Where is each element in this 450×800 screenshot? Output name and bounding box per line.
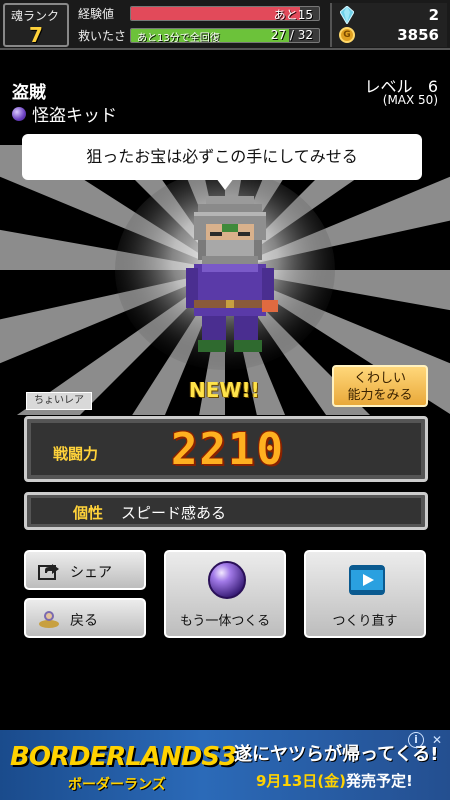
coin-count: 3856	[397, 26, 439, 44]
ad-game-logo-subtitle: ボーダーランズ	[68, 777, 166, 793]
exp-bar: あと15	[130, 6, 320, 21]
personality-label: 個性	[73, 504, 104, 522]
ad-info-icon[interactable]: i	[408, 732, 424, 748]
recreate-label: つくり直す	[332, 614, 398, 629]
character-title-row: 怪盗キッド	[12, 101, 117, 126]
character-job: 盗賊	[12, 83, 46, 103]
create-another-label: もう一体つくる	[179, 614, 271, 629]
status-bar: 魂ランク 7 経験値 あと15 救いたさ あと13分で全回復 27 / 32 2…	[0, 0, 450, 50]
speech-bubble-tail	[216, 178, 234, 190]
ad-game-logo: BORDERLANDS3	[10, 742, 237, 772]
ad-release-line: 9月13日(金)発売予定!	[256, 770, 413, 791]
rescue-recovery-text: あと13分で全回復	[137, 33, 220, 43]
coin-icon: G	[339, 27, 355, 43]
orb-icon	[12, 106, 26, 121]
ad-release-date: 9月13日(金)	[256, 772, 347, 790]
combat-power-panel: 戦闘力 2210	[24, 416, 428, 482]
view-abilities-label: くわしい 能力をみる	[347, 371, 413, 403]
share-label: シェア	[70, 565, 112, 581]
ad-release-text: 発売予定!	[346, 772, 413, 790]
level-max: (MAX 50)	[382, 93, 438, 107]
stat-bars: 経験値 あと15 救いたさ あと13分で全回復 27 / 32	[74, 3, 326, 47]
character-speech-bubble: 狙ったお宝は必ずこの手にしてみせる	[22, 134, 422, 180]
view-abilities-button[interactable]: くわしい 能力をみる	[332, 365, 428, 407]
character-title: 怪盗キッド	[32, 106, 117, 126]
create-another-button[interactable]: もう一体つくる	[164, 550, 286, 638]
gem-icon	[340, 6, 354, 24]
combat-power-value: 2210	[171, 424, 285, 475]
thief-character-sprite	[186, 196, 278, 352]
soul-rank-value: 7	[29, 23, 43, 47]
share-button[interactable]: シェア	[24, 550, 146, 590]
ad-headline: 遂にヤツらが帰ってくる!	[234, 744, 439, 765]
gem-count: 2	[428, 6, 439, 24]
soul-rank-box: 魂ランク 7	[3, 3, 69, 47]
rescue-bar: あと13分で全回復 27 / 32	[130, 28, 320, 43]
rarity-badge: ちょいレア	[26, 392, 92, 410]
character-back-icon	[39, 611, 59, 628]
currency-panel: 2 G 3856	[330, 3, 447, 47]
combat-power-label: 戦闘力	[53, 445, 99, 463]
orb-icon	[208, 561, 246, 599]
back-button[interactable]: 戻る	[24, 598, 146, 638]
rescue-count-text: 27 / 32	[270, 28, 313, 42]
exp-remaining-text: あと15	[273, 8, 313, 21]
rescue-label: 救いたさ	[78, 29, 127, 43]
new-badge: NEW!!	[189, 378, 260, 402]
ad-banner[interactable]: BORDERLANDS3 ボーダーランズ 遂にヤツらが帰ってくる! 9月13日(…	[0, 730, 450, 800]
recreate-button[interactable]: つくり直す	[304, 550, 426, 638]
share-icon	[38, 564, 59, 580]
soul-rank-label: 魂ランク	[11, 9, 60, 23]
back-label: 戻る	[70, 613, 98, 629]
personality-panel: 個性 スピード感ある	[24, 492, 428, 530]
exp-label: 経験値	[78, 7, 115, 21]
ad-close-icon[interactable]: ✕	[430, 734, 444, 748]
video-play-icon	[349, 565, 385, 595]
personality-value: スピード感ある	[121, 504, 227, 522]
